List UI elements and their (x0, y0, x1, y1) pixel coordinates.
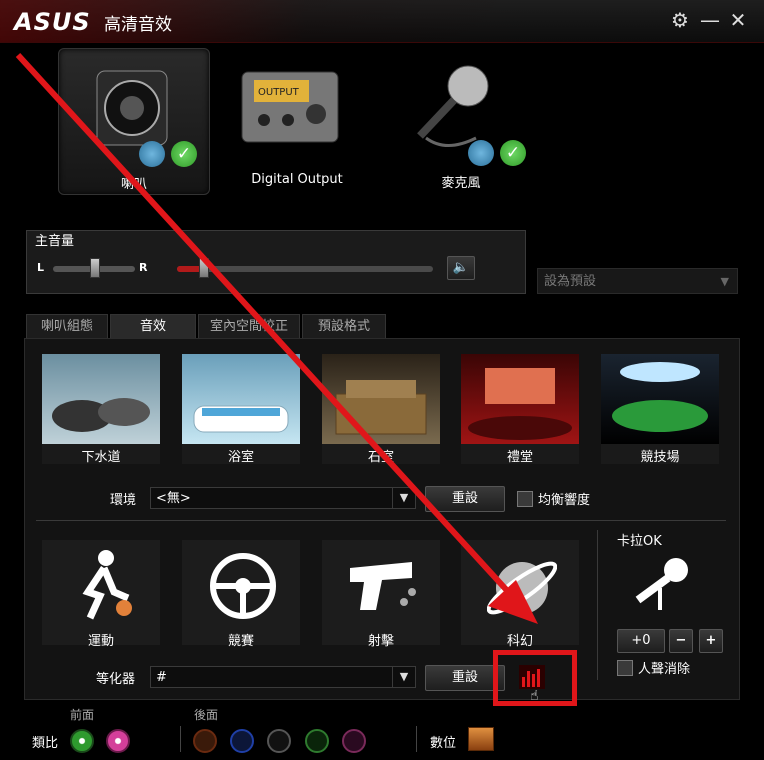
env-label: 下水道 (81, 450, 121, 465)
highlight-box (493, 650, 577, 706)
digital-output-icon: OUTPUT (241, 71, 339, 143)
sewer-image (42, 354, 160, 444)
device-label: 麥克風 (441, 176, 481, 191)
equalizer-label: 等化器 (96, 672, 136, 687)
chat-badge-icon (468, 140, 494, 166)
master-volume-panel: 主音量 L R 🔈 (26, 230, 526, 294)
gear-icon[interactable]: ⚙ (668, 8, 692, 32)
jack-front-green[interactable] (70, 729, 94, 753)
pistol-icon (350, 562, 416, 610)
tab-room-correction[interactable]: 室內空間校正 (198, 314, 300, 339)
karaoke-minus-button[interactable]: − (669, 629, 693, 653)
preset-value: 設為預設 (544, 274, 597, 289)
equalizer-dropdown[interactable]: # ▼ (150, 666, 416, 688)
volume-fill (177, 266, 201, 272)
eq-label: 競賽 (227, 634, 254, 649)
env-label: 禮堂 (506, 450, 533, 465)
analog-label: 類比 (32, 736, 59, 751)
karaoke-plus-button[interactable]: + (699, 629, 723, 653)
environment-dropdown[interactable]: <無> ▼ (150, 487, 416, 509)
balance-slider[interactable] (90, 258, 100, 278)
chat-badge-icon (139, 141, 165, 167)
balance-left-label: L (37, 261, 45, 274)
jack-rear-black[interactable] (267, 729, 291, 753)
environment-value: <無> (156, 491, 191, 506)
balance-right-label: R (139, 261, 148, 274)
loudness-checkbox[interactable] (517, 491, 533, 507)
env-label: 浴室 (227, 450, 254, 465)
asus-logo: ASUS (14, 8, 91, 36)
device-speaker[interactable]: ✓ 喇叭 (58, 48, 210, 195)
runner-icon (82, 550, 132, 620)
env-arena[interactable]: 競技場 (601, 354, 719, 465)
stone-room-image (322, 354, 440, 444)
speaker-icon (96, 70, 168, 146)
equalizer-value: # (156, 670, 167, 685)
auditorium-image (461, 354, 579, 444)
device-microphone[interactable]: ✓ 麥克風 (386, 48, 536, 193)
preset-dropdown[interactable]: 設為預設 ▼ (537, 268, 738, 294)
environment-reset-button[interactable]: 重設 (425, 486, 505, 512)
jack-rear-pink[interactable] (342, 729, 366, 753)
eq-label: 科幻 (506, 634, 533, 649)
checkmark-icon: ✓ (171, 141, 197, 167)
tab-default-format[interactable]: 預設格式 (302, 314, 386, 339)
planet-icon (487, 561, 557, 615)
title-bar: ASUS 高清音效 ⚙ — ✕ (0, 0, 764, 43)
tab-speaker-config[interactable]: 喇叭組態 (26, 314, 108, 339)
bathroom-image (182, 354, 300, 444)
env-label: 石室 (367, 450, 394, 465)
env-label: 競技場 (640, 450, 680, 465)
chevron-down-icon: ▼ (392, 666, 415, 688)
vocal-cancel-checkbox[interactable] (617, 660, 633, 676)
device-label: 喇叭 (120, 177, 147, 192)
chevron-down-icon: ▼ (720, 275, 729, 288)
checkmark-icon: ✓ (500, 140, 526, 166)
volume-track (177, 266, 433, 272)
env-stone-room[interactable]: 石室 (322, 354, 440, 465)
master-volume-title: 主音量 (35, 234, 75, 249)
device-digital-output[interactable]: OUTPUT Digital Output (222, 48, 372, 193)
microphone-icon (417, 65, 489, 147)
eq-shooting[interactable]: 射擊 (322, 540, 440, 649)
digital-output-jack-icon[interactable] (468, 727, 494, 751)
volume-slider[interactable] (199, 258, 209, 278)
loudness-label: 均衡響度 (538, 493, 591, 508)
jack-rear-green[interactable] (305, 729, 329, 753)
vocal-cancel-label: 人聲消除 (638, 662, 691, 677)
env-sewer[interactable]: 下水道 (42, 354, 160, 465)
speaker-mute-icon[interactable]: 🔈 (447, 256, 475, 280)
eq-racing[interactable]: 競賽 (182, 540, 300, 649)
environment-label: 環境 (110, 493, 137, 508)
jack-rear-blue[interactable] (230, 729, 254, 753)
divider (416, 726, 417, 752)
digital-output-screen-text: OUTPUT (258, 87, 300, 98)
eq-scifi[interactable]: 科幻 (461, 540, 579, 649)
close-icon[interactable]: ✕ (726, 8, 750, 32)
tab-sound-effects[interactable]: 音效 (110, 314, 196, 339)
eq-label: 運動 (87, 634, 114, 649)
eq-label: 射擊 (367, 634, 394, 649)
karaoke-mic-icon (635, 558, 688, 610)
rear-label: 後面 (194, 708, 219, 722)
front-label: 前面 (70, 708, 95, 722)
divider (180, 726, 181, 752)
minimize-icon[interactable]: — (698, 8, 722, 32)
karaoke-value: +0 (617, 629, 665, 653)
arena-image (601, 354, 719, 444)
device-label: Digital Output (251, 172, 343, 187)
eq-sports[interactable]: 運動 (42, 540, 160, 649)
chevron-down-icon: ▼ (392, 487, 415, 509)
divider (597, 530, 598, 680)
karaoke-title: 卡拉OK (617, 534, 662, 549)
jack-rear-orange[interactable] (193, 729, 217, 753)
jack-front-pink[interactable] (106, 729, 130, 753)
steering-wheel-icon (210, 553, 276, 619)
app-title: 高清音效 (104, 15, 172, 35)
digital-label: 數位 (430, 736, 457, 751)
divider (36, 520, 726, 521)
env-bathroom[interactable]: 浴室 (182, 354, 300, 465)
env-auditorium[interactable]: 禮堂 (461, 354, 579, 465)
